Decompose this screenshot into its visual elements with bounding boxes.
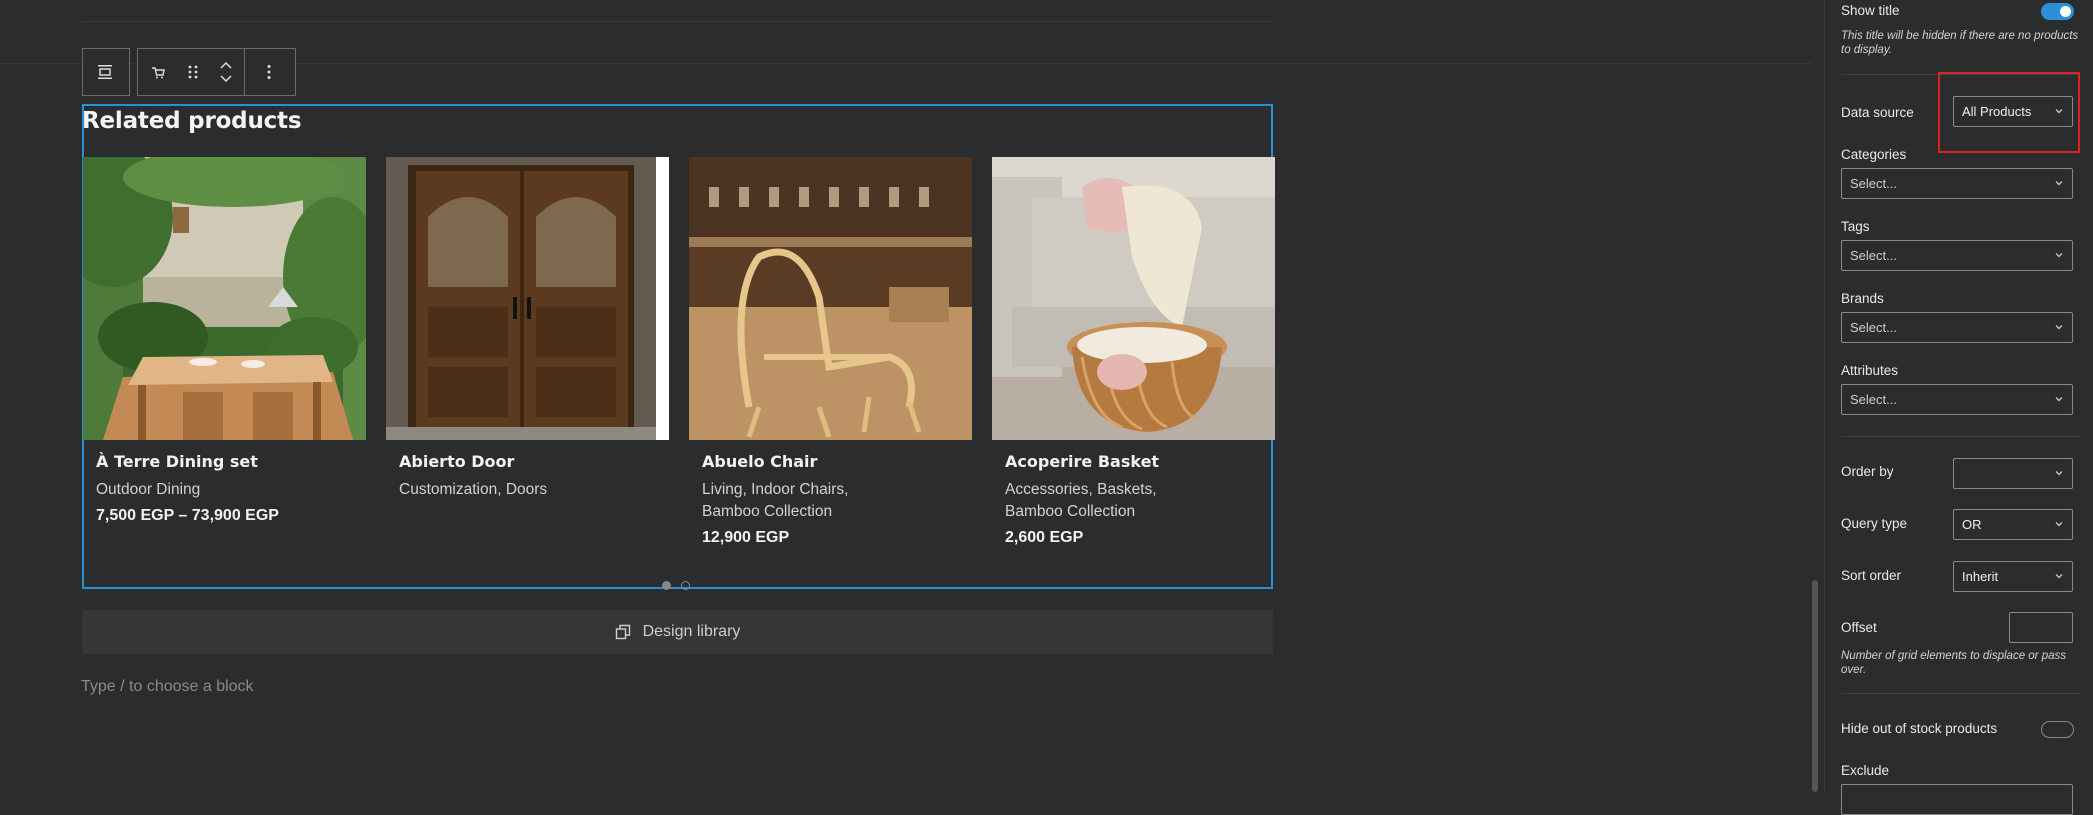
annotation-highlight-box — [1938, 72, 2080, 153]
brands-select[interactable]: Select... — [1841, 312, 2073, 343]
align-block-button[interactable] — [83, 49, 127, 95]
show-title-label: Show title — [1841, 3, 1900, 18]
product-categories[interactable]: Accessories, Baskets, Bamboo Collection — [1005, 479, 1205, 523]
tags-value: Select... — [1850, 248, 1897, 263]
chevron-down-icon — [2055, 325, 2063, 330]
product-name[interactable]: Abuelo Chair — [702, 452, 972, 471]
copy-icon — [615, 624, 630, 640]
chevron-down-icon — [2055, 574, 2063, 579]
query-type-value: OR — [1962, 517, 1982, 532]
query-type-label: Query type — [1841, 516, 1908, 531]
show-title-help: This title will be hidden if there are n… — [1841, 30, 2079, 56]
query-type-select[interactable]: OR — [1953, 509, 2073, 540]
sort-order-value: Inherit — [1962, 569, 1999, 584]
chevron-down-icon — [220, 75, 232, 82]
exclude-label: Exclude — [1841, 763, 1890, 778]
offset-input[interactable] — [2009, 612, 2073, 643]
brands-label: Brands — [1841, 291, 1884, 306]
product-price: 2,600 EGP — [1005, 529, 1084, 546]
block-title: Related products — [82, 108, 302, 134]
product-card[interactable]: À Terre Dining set Outdoor Dining 7,500 … — [83, 157, 366, 525]
move-buttons[interactable] — [208, 49, 244, 95]
order-by-label: Order by — [1841, 464, 1894, 479]
block-type-button[interactable] — [138, 49, 178, 95]
product-categories[interactable]: Living, Indoor Chairs, Bamboo Collection — [702, 479, 902, 523]
related-products-block[interactable]: Related products À Terre Dining set Outd… — [82, 104, 1275, 590]
product-image[interactable] — [386, 157, 669, 440]
chevron-down-icon — [2055, 471, 2063, 476]
product-image[interactable] — [992, 157, 1275, 440]
product-card[interactable]: Abierto Door Customization, Doors — [386, 157, 669, 501]
exclude-select[interactable] — [1841, 784, 2073, 815]
product-block-icon — [152, 67, 165, 79]
chevron-down-icon — [2055, 181, 2063, 186]
data-source-label: Data source — [1841, 105, 1914, 120]
product-categories[interactable]: Customization, Doors — [399, 479, 599, 501]
categories-value: Select... — [1850, 176, 1897, 191]
block-toolbar-parent — [82, 48, 130, 96]
hide-out-of-stock-label: Hide out of stock products — [1841, 721, 1998, 736]
product-price: 7,500 EGP – 73,900 EGP — [96, 507, 279, 524]
divider — [81, 21, 1273, 22]
drag-icon — [188, 65, 198, 79]
chevron-down-icon — [2055, 522, 2063, 527]
product-price: 12,900 EGP — [702, 529, 790, 546]
carousel-dot[interactable] — [662, 581, 671, 590]
align-center-icon — [98, 65, 112, 79]
drag-handle[interactable] — [178, 49, 208, 95]
divider — [1841, 693, 2081, 694]
product-image[interactable] — [689, 157, 972, 440]
chevron-down-icon — [2055, 253, 2063, 258]
block-placeholder[interactable]: Type / to choose a block — [81, 678, 254, 696]
tags-select[interactable]: Select... — [1841, 240, 2073, 271]
sort-order-label: Sort order — [1841, 568, 1902, 583]
categories-label: Categories — [1841, 147, 1907, 162]
chevron-up-icon — [220, 62, 232, 69]
show-title-toggle[interactable] — [2041, 3, 2074, 20]
attributes-select[interactable]: Select... — [1841, 384, 2073, 415]
editor-canvas: Related products À Terre Dining set Outd… — [0, 0, 1812, 792]
product-name[interactable]: Abierto Door — [399, 452, 669, 471]
attributes-value: Select... — [1850, 392, 1897, 407]
chevron-down-icon — [2055, 397, 2063, 402]
tags-label: Tags — [1841, 219, 1870, 234]
more-options-button[interactable] — [245, 49, 293, 95]
product-card[interactable]: Abuelo Chair Living, Indoor Chairs, Bamb… — [689, 157, 972, 547]
carousel-dot[interactable] — [681, 581, 690, 590]
product-categories[interactable]: Outdoor Dining — [96, 479, 296, 501]
product-card[interactable]: Acoperire Basket Accessories, Baskets, B… — [992, 157, 1275, 547]
attributes-label: Attributes — [1841, 363, 1899, 378]
categories-select[interactable]: Select... — [1841, 168, 2073, 199]
order-by-select[interactable] — [1953, 458, 2073, 489]
divider — [1841, 436, 2081, 437]
block-toolbar — [137, 48, 296, 96]
offset-help: Number of grid elements to displace or p… — [1841, 650, 2066, 676]
carousel-dots — [662, 581, 690, 590]
offset-label: Offset — [1841, 620, 1877, 635]
sort-order-select[interactable]: Inherit — [1953, 561, 2073, 592]
scrollbar[interactable] — [1812, 580, 1818, 792]
design-library-label: Design library — [642, 623, 741, 640]
product-name[interactable]: À Terre Dining set — [96, 452, 366, 471]
product-image[interactable] — [83, 157, 366, 440]
design-library-button[interactable]: Design library — [82, 610, 1273, 654]
brands-value: Select... — [1850, 320, 1897, 335]
hide-out-of-stock-toggle[interactable] — [2041, 721, 2074, 738]
product-name[interactable]: Acoperire Basket — [1005, 452, 1275, 471]
more-vertical-icon — [267, 65, 271, 79]
